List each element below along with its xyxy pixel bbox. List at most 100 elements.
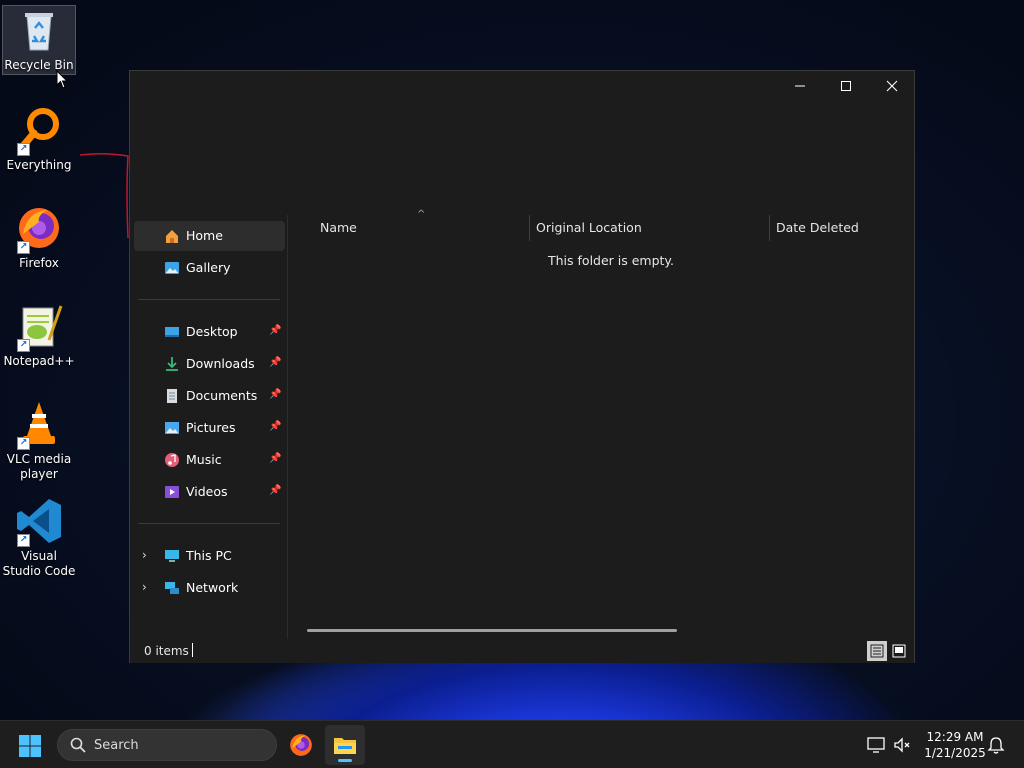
shortcut-arrow-icon: ↗	[17, 437, 30, 450]
desktop-icon-firefox[interactable]: ↗ Firefox	[2, 204, 76, 271]
taskbar: Search 12:29 AM 1/21/2025	[0, 720, 1024, 768]
desktop-icon-label: Firefox	[19, 256, 59, 270]
column-header-date-deleted[interactable]: Date Deleted	[776, 215, 906, 241]
gallery-icon	[165, 262, 179, 274]
nav-item-label: Network	[186, 580, 239, 595]
nav-item-network[interactable]: › Network	[134, 573, 285, 603]
column-divider[interactable]	[769, 215, 770, 241]
taskbar-file-explorer-button[interactable]	[325, 725, 365, 765]
volume-muted-icon[interactable]	[892, 735, 912, 755]
nav-item-home[interactable]: Home	[134, 221, 285, 251]
taskbar-search-box[interactable]: Search	[57, 729, 277, 761]
column-header-name[interactable]: Name	[320, 215, 520, 241]
details-view-icon	[870, 644, 884, 658]
nav-item-videos[interactable]: Videos 📌	[134, 477, 285, 507]
nav-separator	[138, 523, 280, 524]
shortcut-arrow-icon: ↗	[17, 534, 30, 547]
nav-item-label: This PC	[186, 548, 232, 563]
nav-item-downloads[interactable]: Downloads 📌	[134, 349, 285, 379]
clock-date: 1/21/2025	[924, 746, 986, 760]
documents-icon	[167, 389, 177, 403]
maximize-button[interactable]	[823, 71, 869, 101]
status-bar: 0 items	[130, 639, 914, 663]
desktop-folder-icon	[165, 327, 179, 337]
nav-item-label: Home	[186, 228, 223, 243]
nav-item-label: Videos	[186, 484, 228, 499]
desktop-icon-everything[interactable]: ↗ Everything	[2, 106, 76, 173]
windows-start-icon[interactable]	[16, 732, 44, 760]
large-icons-view-button[interactable]	[889, 641, 909, 661]
chevron-right-icon[interactable]: ›	[142, 548, 154, 564]
desktop-icon-label: Visual Studio Code	[2, 549, 76, 578]
minimize-button[interactable]	[777, 71, 823, 101]
downloads-icon	[166, 357, 178, 371]
status-separator	[192, 643, 193, 657]
firefox-icon	[290, 734, 312, 756]
taskbar-clock[interactable]: 12:29 AM 1/21/2025	[918, 729, 992, 761]
nav-item-this-pc[interactable]: › This PC	[134, 541, 285, 571]
empty-folder-message: This folder is empty.	[548, 253, 675, 268]
nav-item-desktop[interactable]: Desktop 📌	[134, 317, 285, 347]
search-icon	[70, 737, 86, 753]
display-mirror-icon[interactable]	[866, 735, 886, 755]
network-icon	[165, 582, 179, 594]
nav-item-label: Pictures	[186, 420, 236, 435]
shortcut-arrow-icon: ↗	[17, 143, 30, 156]
close-button[interactable]	[869, 71, 915, 101]
file-explorer-icon	[334, 738, 356, 754]
pin-icon: 📌	[269, 357, 282, 368]
item-count: 0 items	[144, 644, 189, 658]
everything-search-icon: ↗	[15, 106, 63, 156]
pin-icon: 📌	[269, 325, 282, 336]
nav-item-label: Downloads	[186, 356, 255, 371]
desktop-icon-vlc[interactable]: ↗ VLC media player	[2, 400, 76, 482]
large-icons-view-icon	[892, 644, 906, 658]
recycle-bin-icon	[15, 6, 63, 54]
nav-item-label: Documents	[186, 388, 258, 403]
notification-bell-icon[interactable]	[986, 735, 1006, 755]
maximize-icon	[841, 81, 851, 91]
search-placeholder: Search	[94, 738, 139, 753]
file-explorer-window: Home Gallery Desktop 📌 Downloads 📌 Docum…	[129, 70, 915, 663]
pin-icon: 📌	[269, 389, 282, 400]
mouse-cursor-icon	[56, 70, 69, 89]
nav-item-gallery[interactable]: Gallery	[134, 253, 285, 283]
shortcut-arrow-icon: ↗	[17, 339, 30, 352]
toolbar-area	[130, 101, 914, 215]
details-view-button[interactable]	[867, 641, 887, 661]
pin-icon: 📌	[269, 453, 282, 464]
home-icon	[166, 230, 178, 243]
desktop-icon-vscode[interactable]: ↗ Visual Studio Code	[2, 497, 76, 579]
this-pc-icon	[165, 550, 179, 562]
column-divider[interactable]	[529, 215, 530, 241]
active-app-indicator	[338, 759, 352, 762]
videos-icon	[165, 486, 179, 498]
nav-item-label: Gallery	[186, 260, 231, 275]
nav-item-label: Music	[186, 452, 222, 467]
pin-icon: 📌	[269, 485, 282, 496]
close-icon	[886, 80, 898, 92]
nav-separator	[138, 299, 280, 300]
nav-item-music[interactable]: Music 📌	[134, 445, 285, 475]
firefox-icon: ↗	[15, 204, 63, 254]
file-list-pane: ^ Name Original Location Date Deleted Th…	[289, 209, 915, 639]
nav-item-label: Desktop	[186, 324, 238, 339]
desktop-icon-recycle-bin[interactable]: Recycle Bin	[2, 5, 76, 75]
vlc-icon: ↗	[15, 400, 63, 450]
nav-item-documents[interactable]: Documents 📌	[134, 381, 285, 411]
pin-icon: 📌	[269, 421, 282, 432]
nav-item-pictures[interactable]: Pictures 📌	[134, 413, 285, 443]
taskbar-firefox-button[interactable]	[281, 725, 321, 765]
title-bar[interactable]	[130, 71, 914, 101]
horizontal-scrollbar[interactable]	[307, 629, 677, 632]
chevron-right-icon[interactable]: ›	[142, 580, 154, 596]
desktop-icon-label: Everything	[6, 158, 72, 172]
column-header-original-location[interactable]: Original Location	[536, 215, 756, 241]
desktop-icon-notepad-plus-plus[interactable]: ↗ Notepad++	[2, 302, 76, 369]
clock-time: 12:29 AM	[926, 730, 984, 744]
navigation-pane: Home Gallery Desktop 📌 Downloads 📌 Docum…	[130, 215, 288, 639]
music-icon	[165, 453, 179, 467]
minimize-icon	[795, 85, 805, 87]
pictures-icon	[165, 422, 179, 434]
vscode-icon: ↗	[15, 497, 63, 547]
